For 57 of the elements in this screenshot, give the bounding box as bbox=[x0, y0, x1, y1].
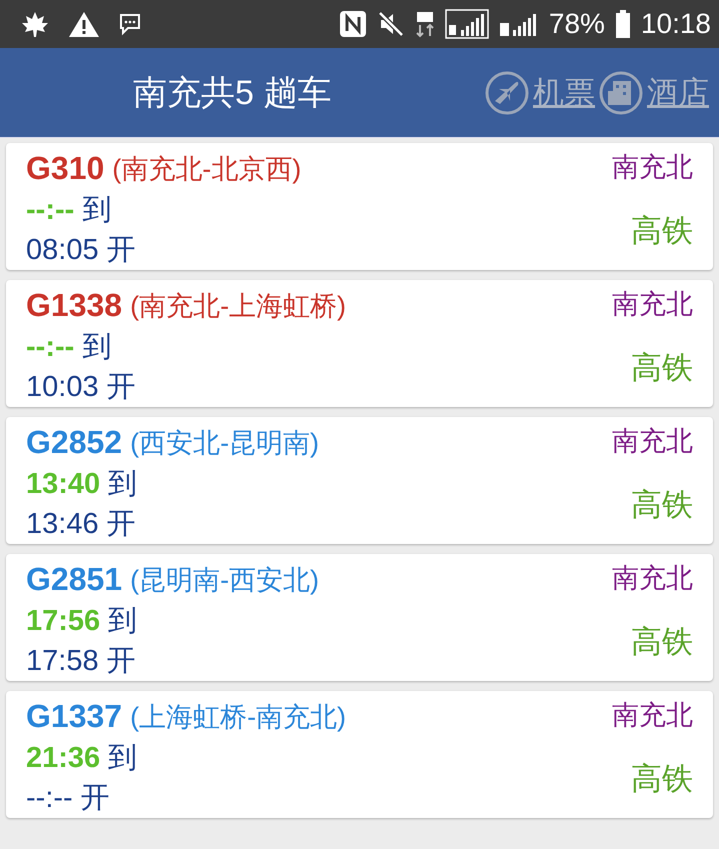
departure-time: 08:05 bbox=[26, 234, 99, 266]
train-number: G2852 bbox=[26, 424, 122, 461]
train-card[interactable]: G2852 (西安北-昆明南) 13:40 到 13:46 开 南充北 高铁 bbox=[6, 417, 713, 544]
route: (上海虹桥-南充北) bbox=[130, 700, 346, 734]
train-number: G2851 bbox=[26, 561, 122, 598]
station-name: 南充北 bbox=[612, 288, 693, 321]
train-number: G1337 bbox=[26, 698, 122, 735]
arrival-time: 21:36 bbox=[26, 742, 100, 774]
departure-time: 17:58 bbox=[26, 644, 99, 678]
train-type: 高铁 bbox=[631, 486, 693, 524]
arrival-label: 到 bbox=[82, 330, 112, 365]
arrival-label: 到 bbox=[108, 741, 138, 776]
train-number: G310 bbox=[26, 150, 104, 187]
train-type: 高铁 bbox=[631, 349, 693, 387]
page-title: 南充共5 趟车 bbox=[133, 72, 332, 114]
departure-time: 13:46 bbox=[26, 508, 99, 540]
train-type: 高铁 bbox=[631, 623, 693, 661]
signal-icon bbox=[444, 9, 489, 39]
plane-icon bbox=[485, 70, 529, 114]
station-name: 南充北 bbox=[612, 699, 693, 732]
arrival-label: 到 bbox=[82, 193, 112, 228]
train-type: 高铁 bbox=[631, 212, 693, 250]
warning-icon bbox=[68, 10, 100, 38]
train-card[interactable]: G1337 (上海虹桥-南充北) 21:36 到 --:-- 开 南充北 高铁 bbox=[6, 691, 713, 818]
clock: 10:18 bbox=[640, 8, 711, 40]
station-name: 南充北 bbox=[612, 151, 693, 184]
route: (西安北-昆明南) bbox=[130, 426, 320, 460]
data-arrows-icon bbox=[414, 10, 435, 38]
arrival-time: 13:40 bbox=[26, 468, 100, 500]
departure-label: 开 bbox=[80, 781, 110, 816]
route: (南充北-北京西) bbox=[112, 152, 302, 186]
arrival-label: 到 bbox=[108, 467, 138, 502]
arrival-label: 到 bbox=[108, 604, 138, 639]
train-card[interactable]: G1338 (南充北-上海虹桥) --:-- 到 10:03 开 南充北 高铁 bbox=[6, 280, 713, 407]
mute-icon bbox=[376, 10, 405, 38]
arrival-time: --:-- bbox=[26, 330, 74, 364]
battery-icon bbox=[614, 9, 631, 39]
route: (南充北-上海虹桥) bbox=[130, 290, 346, 323]
train-card[interactable]: G310 (南充北-北京西) --:-- 到 08:05 开 南充北 高铁 bbox=[6, 143, 713, 270]
departure-time: 10:03 bbox=[26, 370, 99, 404]
departure-label: 开 bbox=[106, 233, 136, 268]
message-icon bbox=[118, 12, 142, 36]
building-icon bbox=[599, 70, 643, 114]
train-type: 高铁 bbox=[631, 760, 693, 798]
route: (昆明南-西安北) bbox=[130, 564, 320, 597]
station-name: 南充北 bbox=[612, 425, 693, 458]
arrival-time: --:-- bbox=[26, 194, 74, 226]
departure-time: --:-- bbox=[26, 782, 73, 814]
arrival-time: 17:56 bbox=[26, 604, 100, 638]
train-card[interactable]: G2851 (昆明南-西安北) 17:56 到 17:58 开 南充北 高铁 bbox=[6, 554, 713, 681]
departure-label: 开 bbox=[106, 370, 136, 405]
battery-percent: 78% bbox=[548, 8, 605, 40]
departure-label: 开 bbox=[106, 507, 136, 542]
departure-label: 开 bbox=[106, 644, 136, 679]
station-name: 南充北 bbox=[612, 562, 693, 595]
nfc-icon bbox=[338, 10, 367, 38]
train-number: G1338 bbox=[26, 287, 122, 324]
